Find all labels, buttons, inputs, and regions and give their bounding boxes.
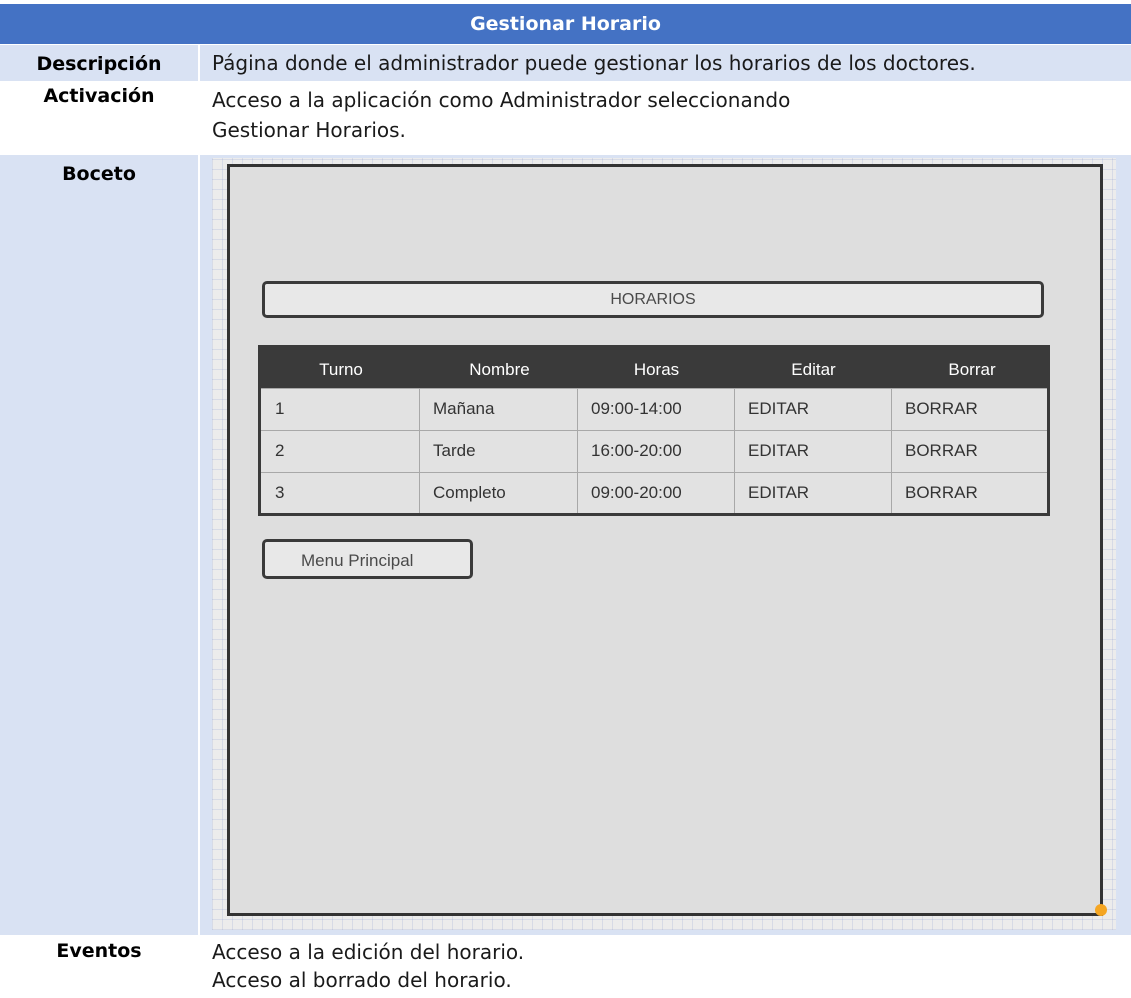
borrar-link[interactable]: BORRAR (891, 431, 1047, 472)
horarios-table: Turno Nombre Horas Editar Borrar 1 Mañan… (258, 345, 1050, 516)
column-separator (734, 388, 735, 513)
column-separator (577, 388, 578, 513)
evento-line: Acceso al borrado del horario. (212, 968, 512, 992)
descripcion-value: Página donde el administrador puede gest… (198, 45, 1131, 81)
activacion-value: Acceso a la aplicación como Administrado… (198, 82, 1131, 154)
editar-link[interactable]: EDITAR (734, 389, 891, 430)
cell-horas: 09:00-14:00 (591, 399, 682, 418)
column-separator (891, 388, 892, 513)
use-case-table: Gestionar Horario Descripción Página don… (0, 0, 1131, 998)
column-header-horas: Horas (633, 360, 680, 379)
cell-horas: 09:00-20:00 (591, 483, 682, 502)
row-divider (0, 81, 1131, 82)
borrar-link[interactable]: BORRAR (891, 473, 1047, 514)
column-header-nombre: Nombre (469, 360, 530, 379)
table-row: 2 Tarde 16:00-20:00 EDITAR BORRAR (261, 430, 1047, 472)
boceto-label: Boceto (0, 155, 198, 935)
table-title: Gestionar Horario (0, 4, 1131, 44)
column-header-borrar: Borrar (948, 360, 996, 379)
eventos-label: Eventos (0, 936, 198, 998)
eventos-value: Acceso a la edición del horario. Acceso … (198, 936, 1131, 998)
table-row: 1 Mañana 09:00-14:00 EDITAR BORRAR (261, 388, 1047, 430)
editar-link[interactable]: EDITAR (734, 473, 891, 514)
cell-nombre: Completo (433, 483, 506, 502)
horarios-heading: HORARIOS (262, 281, 1044, 318)
column-header-turno: Turno (319, 360, 363, 379)
descripcion-label: Descripción (0, 45, 198, 81)
row-divider (0, 935, 1131, 936)
cell-turno: 1 (275, 399, 285, 418)
cell-horas: 16:00-20:00 (591, 441, 682, 460)
column-divider (198, 45, 200, 998)
editar-link[interactable]: EDITAR (734, 431, 891, 472)
column-separator (419, 388, 420, 513)
cell-nombre: Mañana (433, 399, 495, 418)
activacion-label: Activación (0, 82, 198, 154)
evento-line: Acceso a la edición del horario. (212, 940, 525, 964)
borrar-link[interactable]: BORRAR (891, 389, 1047, 430)
cell-turno: 3 (275, 483, 285, 502)
table-header: Turno Nombre Horas Editar Borrar (261, 348, 1047, 388)
table-row: 3 Completo 09:00-20:00 EDITAR BORRAR (261, 472, 1047, 514)
row-divider (0, 154, 1131, 155)
menu-principal-button[interactable]: Menu Principal (262, 539, 473, 579)
cell-turno: 2 (275, 441, 285, 460)
resize-handle-icon[interactable] (1095, 904, 1107, 916)
cell-nombre: Tarde (433, 441, 476, 460)
column-header-editar: Editar (791, 360, 836, 379)
